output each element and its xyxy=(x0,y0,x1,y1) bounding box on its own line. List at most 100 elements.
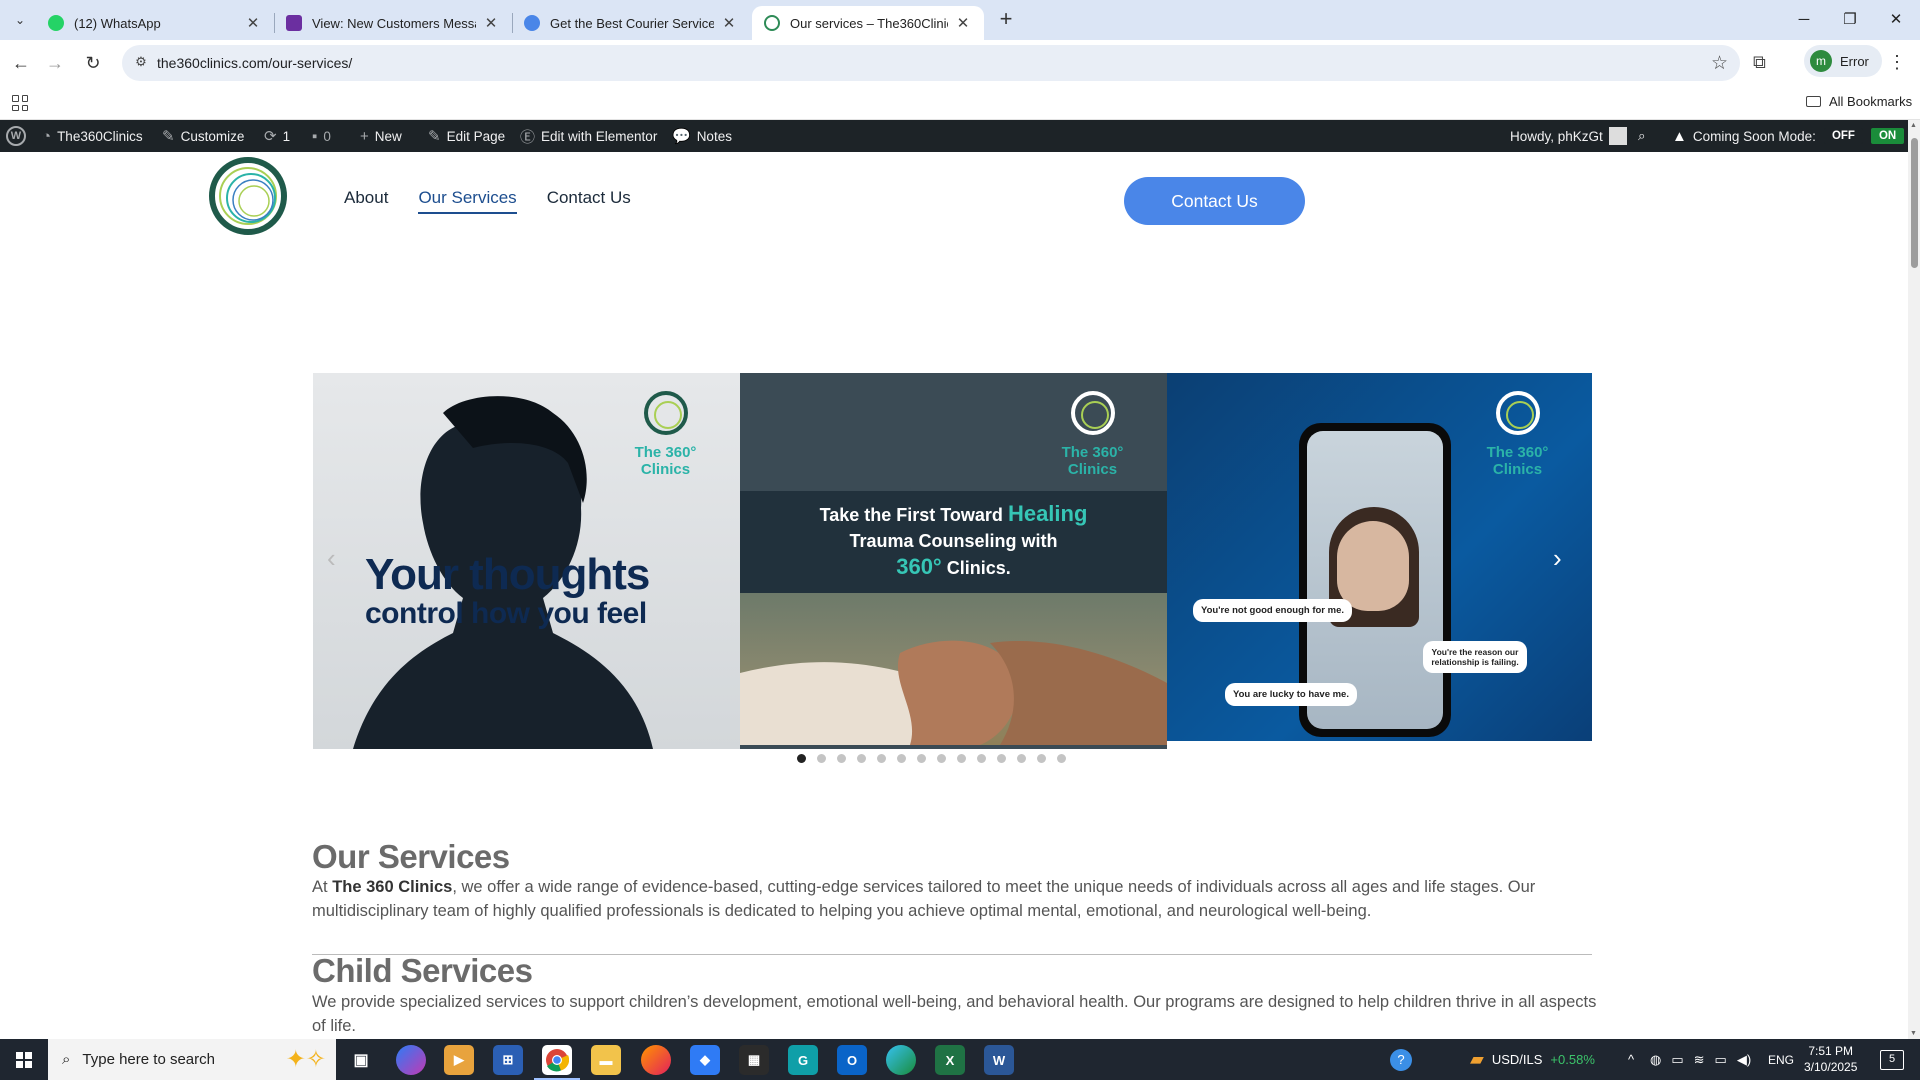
dropbox-icon[interactable]: ◆ xyxy=(690,1045,720,1075)
apps-grid-icon[interactable] xyxy=(12,95,28,111)
meet-tray-icon[interactable]: ▭ xyxy=(1671,1052,1683,1068)
wp-site-name[interactable]: ◔ The360Clinics xyxy=(42,120,143,152)
carousel-dot[interactable] xyxy=(1057,754,1066,763)
nav-our-services[interactable]: Our Services xyxy=(418,188,517,214)
elementor-label: Edit with Elementor xyxy=(541,128,658,144)
page-scrollbar[interactable]: ▲ ▼ xyxy=(1908,120,1920,1039)
slide-phone-abuse[interactable]: The 360° Clinics You're not good enough … xyxy=(1167,373,1592,741)
wp-account[interactable]: Howdy, phKzGt xyxy=(1510,120,1627,152)
scroll-down-icon[interactable]: ▼ xyxy=(1910,1030,1917,1037)
speech-bubble: You're the reason our relationship is fa… xyxy=(1423,641,1527,673)
on-pill[interactable]: ON xyxy=(1870,128,1905,144)
word-icon[interactable]: W xyxy=(984,1045,1014,1075)
off-pill[interactable]: OFF xyxy=(1823,128,1863,144)
firefox-icon[interactable] xyxy=(641,1045,671,1075)
wp-customize[interactable]: ✎ Customize xyxy=(162,120,244,152)
site-info-icon[interactable]: ⚙ xyxy=(132,54,150,72)
tab-whatsapp[interactable]: (12) WhatsApp ✕ xyxy=(36,6,274,40)
carousel-dot[interactable] xyxy=(897,754,906,763)
tab-our-services[interactable]: Our services – The360Clinics ✕ xyxy=(752,6,984,40)
contact-us-button[interactable]: Contact Us xyxy=(1124,177,1305,225)
carousel-dot[interactable] xyxy=(817,754,826,763)
tab-search-chevron-icon[interactable]: ⌄ xyxy=(8,8,32,32)
help-icon[interactable]: ? xyxy=(1390,1039,1412,1080)
notification-center[interactable]: 5 xyxy=(1880,1039,1904,1080)
extensions-icon[interactable]: ⧉ xyxy=(1753,52,1766,73)
close-tab-icon[interactable]: ✕ xyxy=(720,14,738,32)
copilot-icon[interactable] xyxy=(396,1045,426,1075)
wifi-icon[interactable]: ≋ xyxy=(1694,1052,1705,1068)
language-indicator[interactable]: ENG xyxy=(1768,1039,1794,1080)
carousel-dot[interactable] xyxy=(977,754,986,763)
carousel-dot[interactable] xyxy=(1017,754,1026,763)
carousel-dot[interactable] xyxy=(837,754,846,763)
address-bar[interactable]: ⚙ the360clinics.com/our-services/ ☆ xyxy=(122,45,1740,81)
carousel-dot[interactable] xyxy=(997,754,1006,763)
tab-customers-message[interactable]: View: New Customers Message ✕ xyxy=(274,6,512,40)
carousel-dot[interactable] xyxy=(797,754,806,763)
carousel-dot[interactable] xyxy=(857,754,866,763)
close-tab-icon[interactable]: ✕ xyxy=(244,14,262,32)
photo-app-icon[interactable]: ▦ xyxy=(739,1045,769,1075)
wordpress-logo-button[interactable]: W xyxy=(6,120,26,152)
scrollbar-thumb[interactable] xyxy=(1911,138,1918,268)
new-tab-button[interactable]: + xyxy=(994,8,1018,32)
slide-thoughts[interactable]: The 360° Clinics Your thoughts control h… xyxy=(313,373,740,749)
reload-icon[interactable]: ↻ xyxy=(82,52,104,74)
menu-kebab-icon[interactable]: ⋮ xyxy=(1888,52,1906,73)
wp-comments[interactable]: ▪ 0 xyxy=(312,120,331,152)
minimize-button[interactable]: ─ xyxy=(1784,6,1824,34)
store-icon[interactable]: ⊞ xyxy=(493,1045,523,1075)
media-app-icon[interactable]: ▶ xyxy=(444,1045,474,1075)
currency-widget[interactable]: ▰ USD/ILS +0.58% xyxy=(1470,1039,1595,1080)
chrome-icon[interactable] xyxy=(534,1045,580,1080)
show-hidden-icons[interactable]: ^ xyxy=(1628,1039,1634,1080)
slide-trauma-counseling[interactable]: The 360° Clinics Take the First Toward H… xyxy=(740,373,1167,749)
gif-app-icon[interactable]: G xyxy=(788,1045,818,1075)
nav-contact-us[interactable]: Contact Us xyxy=(547,188,631,214)
wp-notes[interactable]: 💬 Notes xyxy=(672,120,732,152)
carousel-dot[interactable] xyxy=(917,754,926,763)
start-button[interactable] xyxy=(0,1039,48,1080)
carousel-dot[interactable] xyxy=(877,754,886,763)
wp-search-icon[interactable]: ⌕ xyxy=(1638,120,1646,152)
edge-icon[interactable] xyxy=(886,1045,916,1075)
scroll-up-icon[interactable]: ▲ xyxy=(1910,122,1917,129)
carousel-next-icon[interactable]: › xyxy=(1553,543,1562,574)
carousel-prev-icon[interactable]: ‹ xyxy=(327,543,336,574)
tab-courier[interactable]: Get the Best Courier Service in ✕ xyxy=(512,6,750,40)
nav-about[interactable]: About xyxy=(344,188,388,214)
wp-updates[interactable]: ⟳ 1 xyxy=(264,120,290,152)
wp-edit-page[interactable]: ✎ Edit Page xyxy=(428,120,505,152)
volume-icon[interactable]: ◀) xyxy=(1737,1052,1751,1068)
close-tab-icon[interactable]: ✕ xyxy=(954,14,972,32)
file-explorer-icon[interactable]: ▬ xyxy=(591,1045,621,1075)
all-bookmarks-button[interactable]: All Bookmarks xyxy=(1806,94,1912,109)
bookmark-star-icon[interactable]: ☆ xyxy=(1711,52,1728,75)
excel-icon[interactable]: X xyxy=(935,1045,965,1075)
coming-soon-toggle[interactable]: ▲ Coming Soon Mode: OFF ON xyxy=(1672,120,1905,152)
forward-icon[interactable]: → xyxy=(44,52,66,74)
wp-new[interactable]: + New xyxy=(360,120,402,152)
restore-button[interactable]: ❐ xyxy=(1830,6,1870,34)
taskbar-search[interactable]: ⌕ Type here to search ✦✧ xyxy=(48,1039,336,1080)
carousel-dot[interactable] xyxy=(1037,754,1046,763)
back-icon[interactable]: ← xyxy=(10,52,32,74)
wp-elementor[interactable]: Ⓔ Edit with Elementor xyxy=(520,120,657,152)
chrome-logo xyxy=(546,1049,569,1072)
coming-soon-label: Coming Soon Mode: xyxy=(1692,128,1816,144)
profile-button[interactable]: m Error xyxy=(1804,45,1882,77)
carousel-dot[interactable] xyxy=(937,754,946,763)
slide-message: Take the First Toward Healing Trauma Cou… xyxy=(740,501,1167,581)
plus-icon: + xyxy=(360,127,369,145)
clinic-logo[interactable] xyxy=(208,156,288,238)
close-tab-icon[interactable]: ✕ xyxy=(482,14,500,32)
comment-icon: ▪ xyxy=(312,127,318,145)
chrome-tray-icon[interactable]: ◍ xyxy=(1650,1052,1661,1068)
system-clock[interactable]: 7:51 PM 3/10/2025 xyxy=(1804,1043,1857,1075)
battery-icon[interactable]: ▭ xyxy=(1715,1052,1727,1068)
carousel-dot[interactable] xyxy=(957,754,966,763)
task-view-icon[interactable]: ▣ xyxy=(346,1045,376,1075)
close-window-button[interactable]: ✕ xyxy=(1876,6,1916,34)
outlook-icon[interactable]: O xyxy=(837,1045,867,1075)
